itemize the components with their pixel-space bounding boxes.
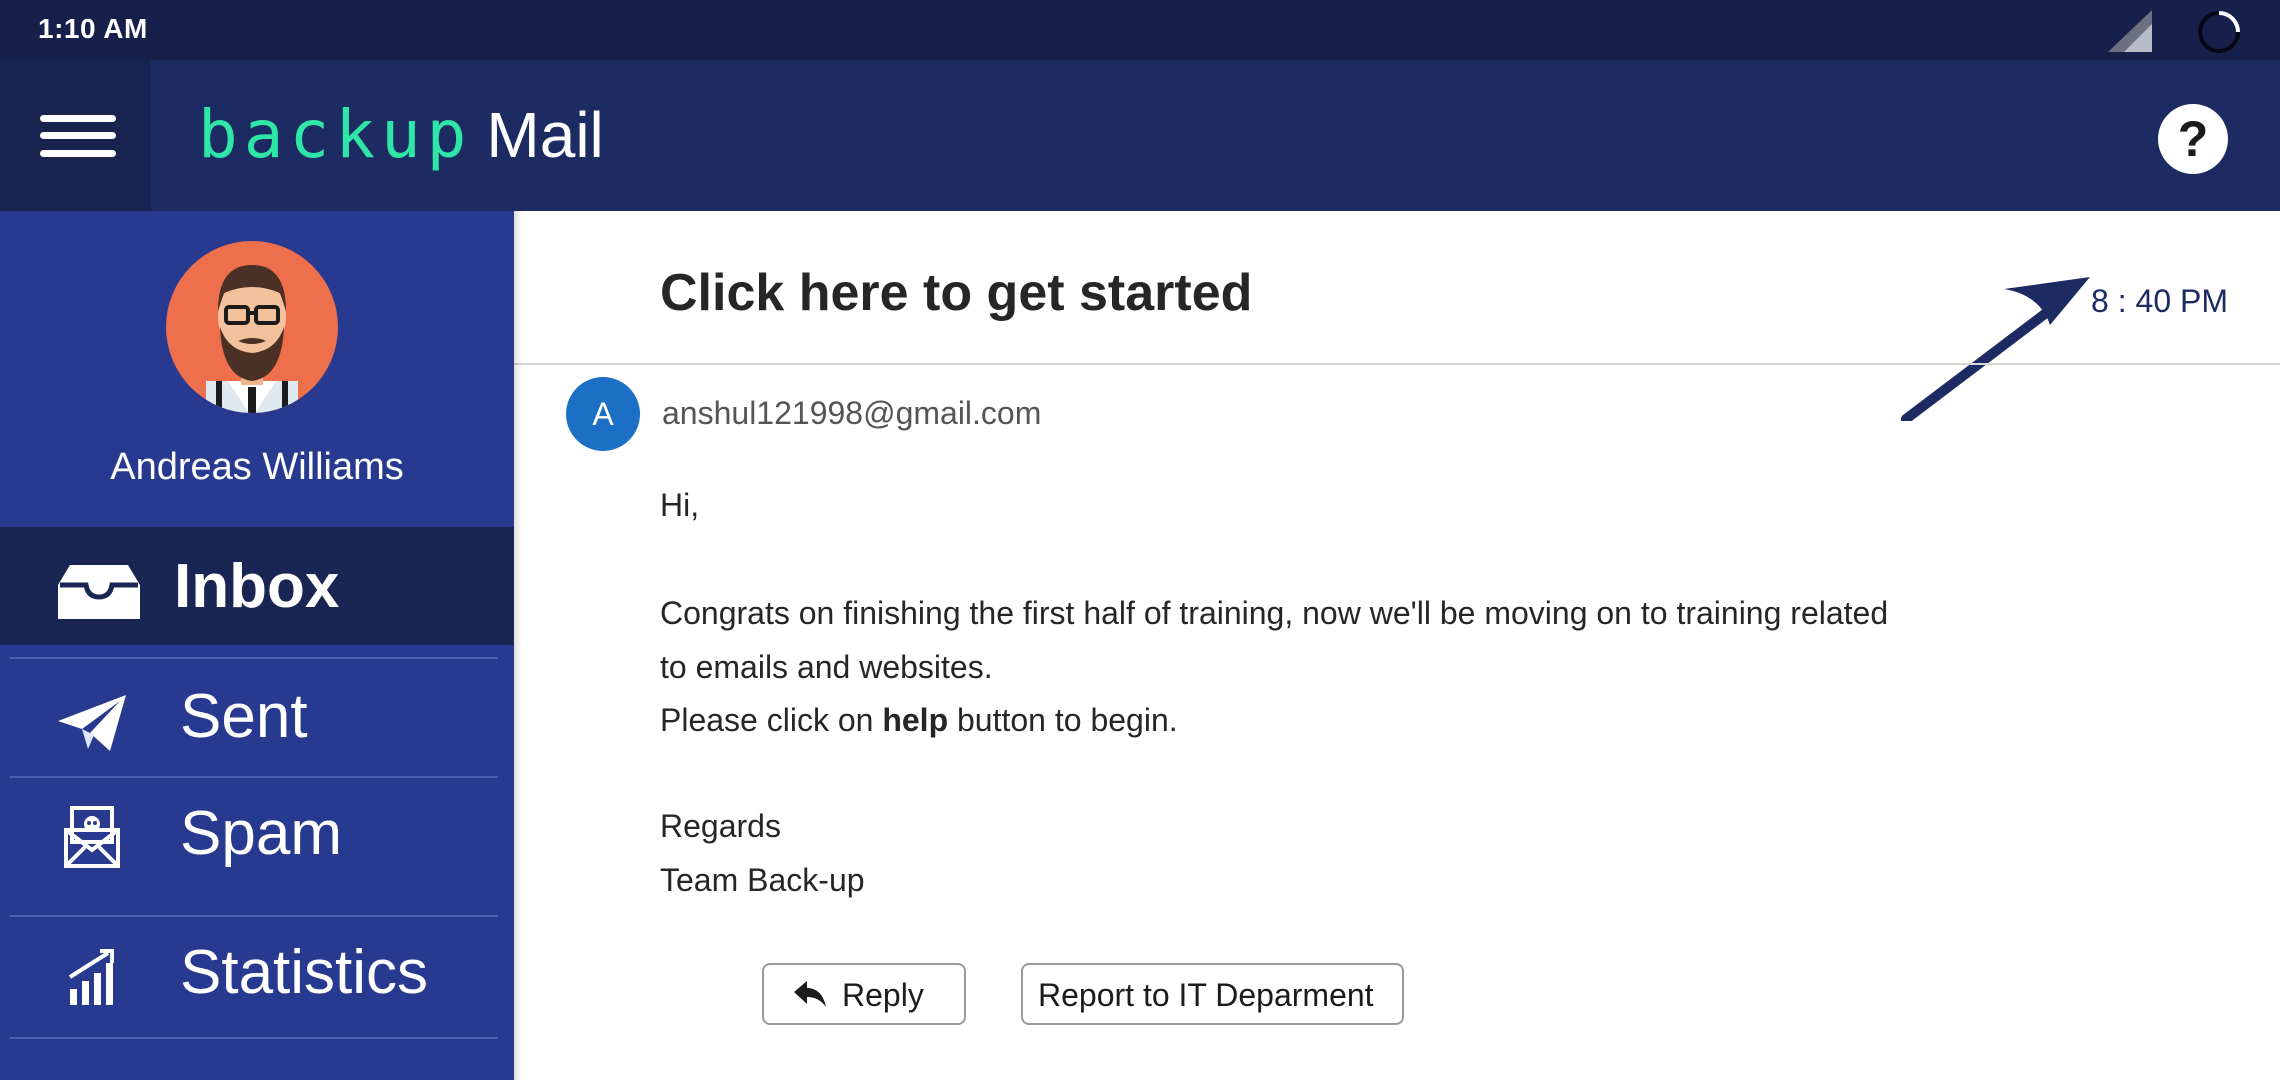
logo-mail-text: Mail bbox=[486, 99, 604, 171]
help-button[interactable]: ? bbox=[2158, 104, 2228, 174]
email-body-line: Congrats on finishing the first half of … bbox=[660, 595, 1889, 631]
status-bar: 1:10 AM bbox=[0, 0, 2280, 60]
email-body-line: Please click on help button to begin. bbox=[660, 702, 1178, 739]
sidebar-item-label: Statistics bbox=[180, 938, 429, 1007]
paper-plane-icon bbox=[58, 695, 126, 751]
body-text-segment: Please click on bbox=[660, 702, 883, 738]
app-bar: backup Mail ? bbox=[0, 60, 2280, 211]
report-label: Report to IT Deparment bbox=[1038, 977, 1374, 1013]
sidebar: Andreas Williams Inbox Sent Spam Statist… bbox=[0, 211, 514, 1080]
email-signoff: Regards bbox=[660, 808, 781, 844]
divider bbox=[10, 1037, 498, 1039]
sidebar-item-spam[interactable]: Spam bbox=[0, 778, 514, 896]
email-body-line: to emails and websites. bbox=[660, 649, 993, 685]
email-signature: Team Back-up bbox=[660, 862, 865, 898]
sidebar-item-label: Inbox bbox=[174, 552, 340, 621]
user-profile: Andreas Williams bbox=[0, 211, 514, 527]
user-name: Andreas Williams bbox=[110, 446, 404, 488]
pointer-arrow-icon bbox=[1901, 277, 2090, 421]
inbox-icon bbox=[58, 565, 140, 619]
hamburger-menu-icon bbox=[40, 115, 116, 157]
body-text-bold: help bbox=[882, 702, 949, 738]
menu-button[interactable] bbox=[0, 60, 151, 211]
help-icon: ? bbox=[2177, 111, 2209, 167]
sidebar-item-sent[interactable]: Sent bbox=[0, 659, 514, 777]
logo-backup-text: backup bbox=[198, 96, 473, 173]
email-greeting: Hi, bbox=[660, 487, 700, 523]
sender-email: anshul121998@gmail.com bbox=[662, 395, 1042, 431]
sidebar-item-statistics[interactable]: Statistics bbox=[0, 917, 514, 1035]
signal-icon bbox=[2108, 10, 2152, 52]
spam-envelope-icon bbox=[64, 806, 120, 868]
body-text-segment: button to begin. bbox=[948, 702, 1178, 738]
sidebar-item-label: Spam bbox=[180, 799, 342, 868]
status-time: 1:10 AM bbox=[38, 13, 148, 44]
app-logo: backup Mail bbox=[198, 96, 604, 176]
email-subject: Click here to get started bbox=[660, 264, 1253, 322]
reply-button[interactable]: Reply bbox=[762, 963, 966, 1025]
report-to-it-button[interactable]: Report to IT Deparment bbox=[1021, 963, 1404, 1025]
sidebar-item-label: Sent bbox=[180, 682, 308, 751]
sender-avatar: A bbox=[566, 377, 640, 451]
sidebar-shadow bbox=[514, 211, 522, 1080]
bar-chart-icon bbox=[68, 949, 114, 1005]
email-view: Click here to get started 8 : 40 PM A an… bbox=[514, 211, 2280, 1080]
divider bbox=[514, 363, 2280, 365]
reply-arrow-icon bbox=[794, 981, 826, 1007]
sidebar-item-inbox[interactable]: Inbox bbox=[0, 527, 514, 645]
loading-icon bbox=[2198, 11, 2240, 53]
reply-label: Reply bbox=[842, 977, 924, 1013]
avatar bbox=[166, 241, 338, 413]
email-time: 8 : 40 PM bbox=[2091, 283, 2228, 319]
